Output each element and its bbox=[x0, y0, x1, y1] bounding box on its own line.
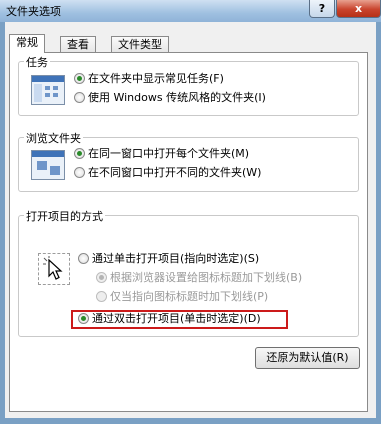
general-tab-panel: 任务 在文件夹中显示常见任务(F) 使用 Windows 传统风格的文件夹(I)… bbox=[9, 52, 368, 412]
folder-window-icon bbox=[31, 150, 65, 180]
browse-folders-group: 浏览文件夹 在同一窗口中打开每个文件夹(M) 在不同窗口中打开不同的文件夹(W) bbox=[18, 130, 359, 192]
radio-button[interactable] bbox=[74, 73, 85, 84]
browse-folders-group-title: 浏览文件夹 bbox=[24, 130, 83, 146]
title-bar[interactable]: 文件夹选项 ? x bbox=[0, 0, 381, 22]
tab-view[interactable]: 查看 bbox=[60, 36, 96, 52]
underline-per-browser-option: 根据浏览器设置给图标标题加下划线(B) bbox=[96, 271, 302, 285]
folder-tasks-icon bbox=[31, 75, 65, 105]
help-button[interactable]: ? bbox=[309, 0, 335, 18]
radio-button[interactable] bbox=[74, 167, 85, 178]
separate-window-option[interactable]: 在不同窗口中打开不同的文件夹(W) bbox=[74, 166, 261, 180]
open-items-group-title: 打开项目的方式 bbox=[24, 208, 105, 224]
underline-on-point-option: 仅当指向图标标题时加下划线(P) bbox=[96, 290, 268, 304]
pointer-cursor-icon bbox=[38, 253, 70, 285]
window-title: 文件夹选项 bbox=[6, 5, 61, 18]
radio-button bbox=[96, 272, 107, 283]
radio-button[interactable] bbox=[74, 148, 85, 159]
single-click-option[interactable]: 通过单击打开项目(指向时选定)(S) bbox=[78, 252, 259, 266]
show-common-tasks-option[interactable]: 在文件夹中显示常见任务(F) bbox=[74, 72, 224, 86]
tasks-group-title: 任务 bbox=[24, 54, 50, 70]
classic-folders-option[interactable]: 使用 Windows 传统风格的文件夹(I) bbox=[74, 91, 266, 105]
folder-options-window: 文件夹选项 ? x 常规 查看 文件类型 任务 在文件夹中显示常见任务(F) 使… bbox=[0, 0, 381, 424]
radio-button[interactable] bbox=[78, 253, 89, 264]
radio-button[interactable] bbox=[74, 92, 85, 103]
tab-file-types[interactable]: 文件类型 bbox=[111, 36, 169, 52]
tab-general[interactable]: 常规 bbox=[9, 34, 45, 53]
same-window-option[interactable]: 在同一窗口中打开每个文件夹(M) bbox=[74, 147, 249, 161]
close-button[interactable]: x bbox=[336, 0, 381, 18]
tasks-group: 任务 在文件夹中显示常见任务(F) 使用 Windows 传统风格的文件夹(I) bbox=[18, 54, 359, 116]
dialog-client: 常规 查看 文件类型 任务 在文件夹中显示常见任务(F) 使用 Windows … bbox=[5, 22, 376, 418]
double-click-option[interactable]: 通过双击打开项目(单击时选定)(D) bbox=[78, 312, 261, 326]
restore-defaults-button[interactable]: 还原为默认值(R) bbox=[255, 347, 360, 369]
radio-button[interactable] bbox=[78, 313, 89, 324]
radio-button bbox=[96, 291, 107, 302]
